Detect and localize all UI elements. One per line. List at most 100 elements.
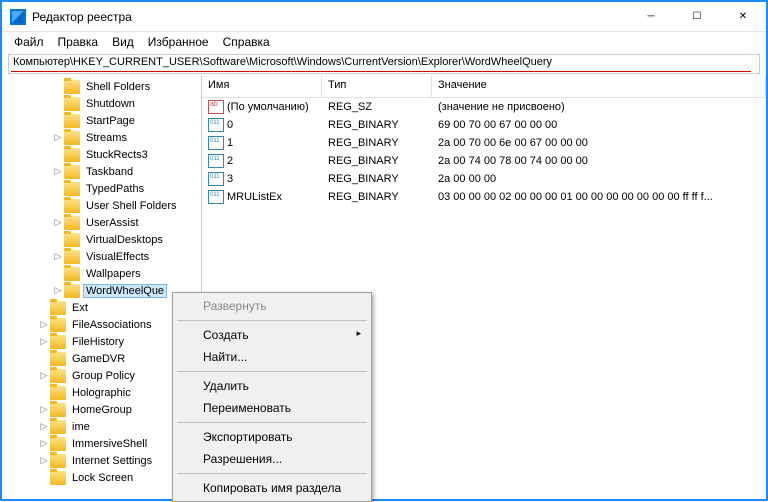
ctx-new[interactable]: Создать bbox=[175, 324, 369, 346]
menu-view[interactable]: Вид bbox=[106, 33, 140, 51]
menu-edit[interactable]: Правка bbox=[52, 33, 105, 51]
folder-icon bbox=[64, 97, 80, 111]
tree-item[interactable]: VirtualDesktops bbox=[2, 231, 201, 248]
chevron-icon[interactable]: ▷ bbox=[52, 166, 64, 177]
col-name[interactable]: Имя bbox=[202, 76, 322, 97]
tree-item-label: Holographic bbox=[69, 387, 134, 399]
tree-item-label: FileHistory bbox=[69, 336, 127, 348]
folder-icon bbox=[64, 114, 80, 128]
value-row[interactable]: 2REG_BINARY2a 00 74 00 78 00 74 00 00 00 bbox=[202, 152, 766, 170]
tree-item-label: Shutdown bbox=[83, 98, 138, 110]
tree-item-label: Internet Settings bbox=[69, 455, 155, 467]
close-button[interactable]: ✕ bbox=[720, 2, 766, 32]
tree-item-label: Taskband bbox=[83, 166, 136, 178]
tree-item-label: VirtualDesktops bbox=[83, 234, 166, 246]
tree-item-label: User Shell Folders bbox=[83, 200, 179, 212]
address-bar[interactable]: Компьютер\HKEY_CURRENT_USER\Software\Mic… bbox=[8, 54, 760, 74]
chevron-icon[interactable]: ▷ bbox=[52, 217, 64, 228]
ctx-copy-key-name[interactable]: Копировать имя раздела bbox=[175, 477, 369, 499]
tree-item-label: ime bbox=[69, 421, 93, 433]
tree-item[interactable]: ▷ Streams bbox=[2, 129, 201, 146]
ctx-delete[interactable]: Удалить bbox=[175, 375, 369, 397]
folder-icon bbox=[50, 420, 66, 434]
folder-icon bbox=[50, 403, 66, 417]
string-icon bbox=[208, 100, 224, 114]
value-row[interactable]: MRUListExREG_BINARY03 00 00 00 02 00 00 … bbox=[202, 188, 766, 206]
ctx-rename[interactable]: Переименовать bbox=[175, 397, 369, 419]
tree-item-label: Streams bbox=[83, 132, 130, 144]
chevron-icon[interactable]: ▷ bbox=[38, 438, 50, 449]
tree-item[interactable]: StartPage bbox=[2, 112, 201, 129]
tree-item[interactable]: Shutdown bbox=[2, 95, 201, 112]
folder-icon bbox=[64, 250, 80, 264]
menu-help[interactable]: Справка bbox=[217, 33, 276, 51]
tree-item[interactable]: ▷ VisualEffects bbox=[2, 248, 201, 265]
folder-icon bbox=[64, 182, 80, 196]
tree-item-label: GameDVR bbox=[69, 353, 128, 365]
tree-item[interactable]: User Shell Folders bbox=[2, 197, 201, 214]
folder-icon bbox=[64, 80, 80, 94]
folder-icon bbox=[64, 131, 80, 145]
value-row[interactable]: 1REG_BINARY2a 00 70 00 6e 00 67 00 00 00 bbox=[202, 134, 766, 152]
col-data[interactable]: Значение bbox=[432, 76, 766, 97]
folder-icon bbox=[50, 454, 66, 468]
tree-item-label: Shell Folders bbox=[83, 81, 153, 93]
value-row[interactable]: 3REG_BINARY2a 00 00 00 bbox=[202, 170, 766, 188]
folder-icon bbox=[64, 284, 80, 298]
col-type[interactable]: Тип bbox=[322, 76, 432, 97]
app-icon bbox=[10, 9, 26, 25]
value-row[interactable]: 0REG_BINARY69 00 70 00 67 00 00 00 bbox=[202, 116, 766, 134]
chevron-icon[interactable]: ▷ bbox=[38, 319, 50, 330]
folder-icon bbox=[50, 369, 66, 383]
binary-icon bbox=[208, 136, 224, 150]
chevron-icon[interactable]: ▷ bbox=[38, 336, 50, 347]
folder-icon bbox=[50, 318, 66, 332]
maximize-button[interactable]: ☐ bbox=[674, 2, 720, 32]
folder-icon bbox=[64, 148, 80, 162]
tree-item[interactable]: Shell Folders bbox=[2, 78, 201, 95]
folder-icon bbox=[64, 199, 80, 213]
registry-path: Компьютер\HKEY_CURRENT_USER\Software\Mic… bbox=[13, 56, 552, 68]
tree-item[interactable]: Wallpapers bbox=[2, 265, 201, 282]
tree-item-label: Group Policy bbox=[69, 370, 138, 382]
tree-item-label: TypedPaths bbox=[83, 183, 147, 195]
binary-icon bbox=[208, 190, 224, 204]
chevron-icon[interactable]: ▷ bbox=[38, 370, 50, 381]
tree-item-label: HomeGroup bbox=[69, 404, 135, 416]
tree-item-label: Wallpapers bbox=[83, 268, 144, 280]
chevron-icon[interactable]: ▷ bbox=[38, 421, 50, 432]
list-header: Имя Тип Значение bbox=[202, 76, 766, 98]
chevron-icon[interactable]: ▷ bbox=[52, 132, 64, 143]
ctx-expand[interactable]: Развернуть bbox=[175, 295, 369, 317]
titlebar: Редактор реестра ─ ☐ ✕ bbox=[2, 2, 766, 32]
tree-item[interactable]: StuckRects3 bbox=[2, 146, 201, 163]
menu-file[interactable]: Файл bbox=[8, 33, 50, 51]
tree-item-label: Lock Screen bbox=[69, 472, 136, 484]
tree-item[interactable]: TypedPaths bbox=[2, 180, 201, 197]
tree-item[interactable]: ▷ Taskband bbox=[2, 163, 201, 180]
ctx-permissions[interactable]: Разрешения... bbox=[175, 448, 369, 470]
ctx-export[interactable]: Экспортировать bbox=[175, 426, 369, 448]
tree-item-label: Ext bbox=[69, 302, 91, 314]
menu-favorites[interactable]: Избранное bbox=[142, 33, 215, 51]
folder-icon bbox=[64, 216, 80, 230]
chevron-icon[interactable]: ▷ bbox=[38, 455, 50, 466]
value-row[interactable]: (По умолчанию)REG_SZ(значение не присвое… bbox=[202, 98, 766, 116]
tree-item-label: UserAssist bbox=[83, 217, 142, 229]
menubar: Файл Правка Вид Избранное Справка bbox=[2, 32, 766, 52]
chevron-icon[interactable]: ▷ bbox=[52, 251, 64, 262]
tree-item-label: ImmersiveShell bbox=[69, 438, 150, 450]
highlight-underline bbox=[11, 71, 751, 72]
folder-icon bbox=[50, 471, 66, 485]
chevron-icon[interactable]: ▷ bbox=[52, 285, 64, 296]
minimize-button[interactable]: ─ bbox=[628, 2, 674, 32]
window-title: Редактор реестра bbox=[32, 10, 628, 24]
binary-icon bbox=[208, 118, 224, 132]
tree-item-label: FileAssociations bbox=[69, 319, 154, 331]
tree-item-label: VisualEffects bbox=[83, 251, 152, 263]
ctx-find[interactable]: Найти... bbox=[175, 346, 369, 368]
binary-icon bbox=[208, 172, 224, 186]
folder-icon bbox=[50, 335, 66, 349]
chevron-icon[interactable]: ▷ bbox=[38, 404, 50, 415]
tree-item[interactable]: ▷ UserAssist bbox=[2, 214, 201, 231]
